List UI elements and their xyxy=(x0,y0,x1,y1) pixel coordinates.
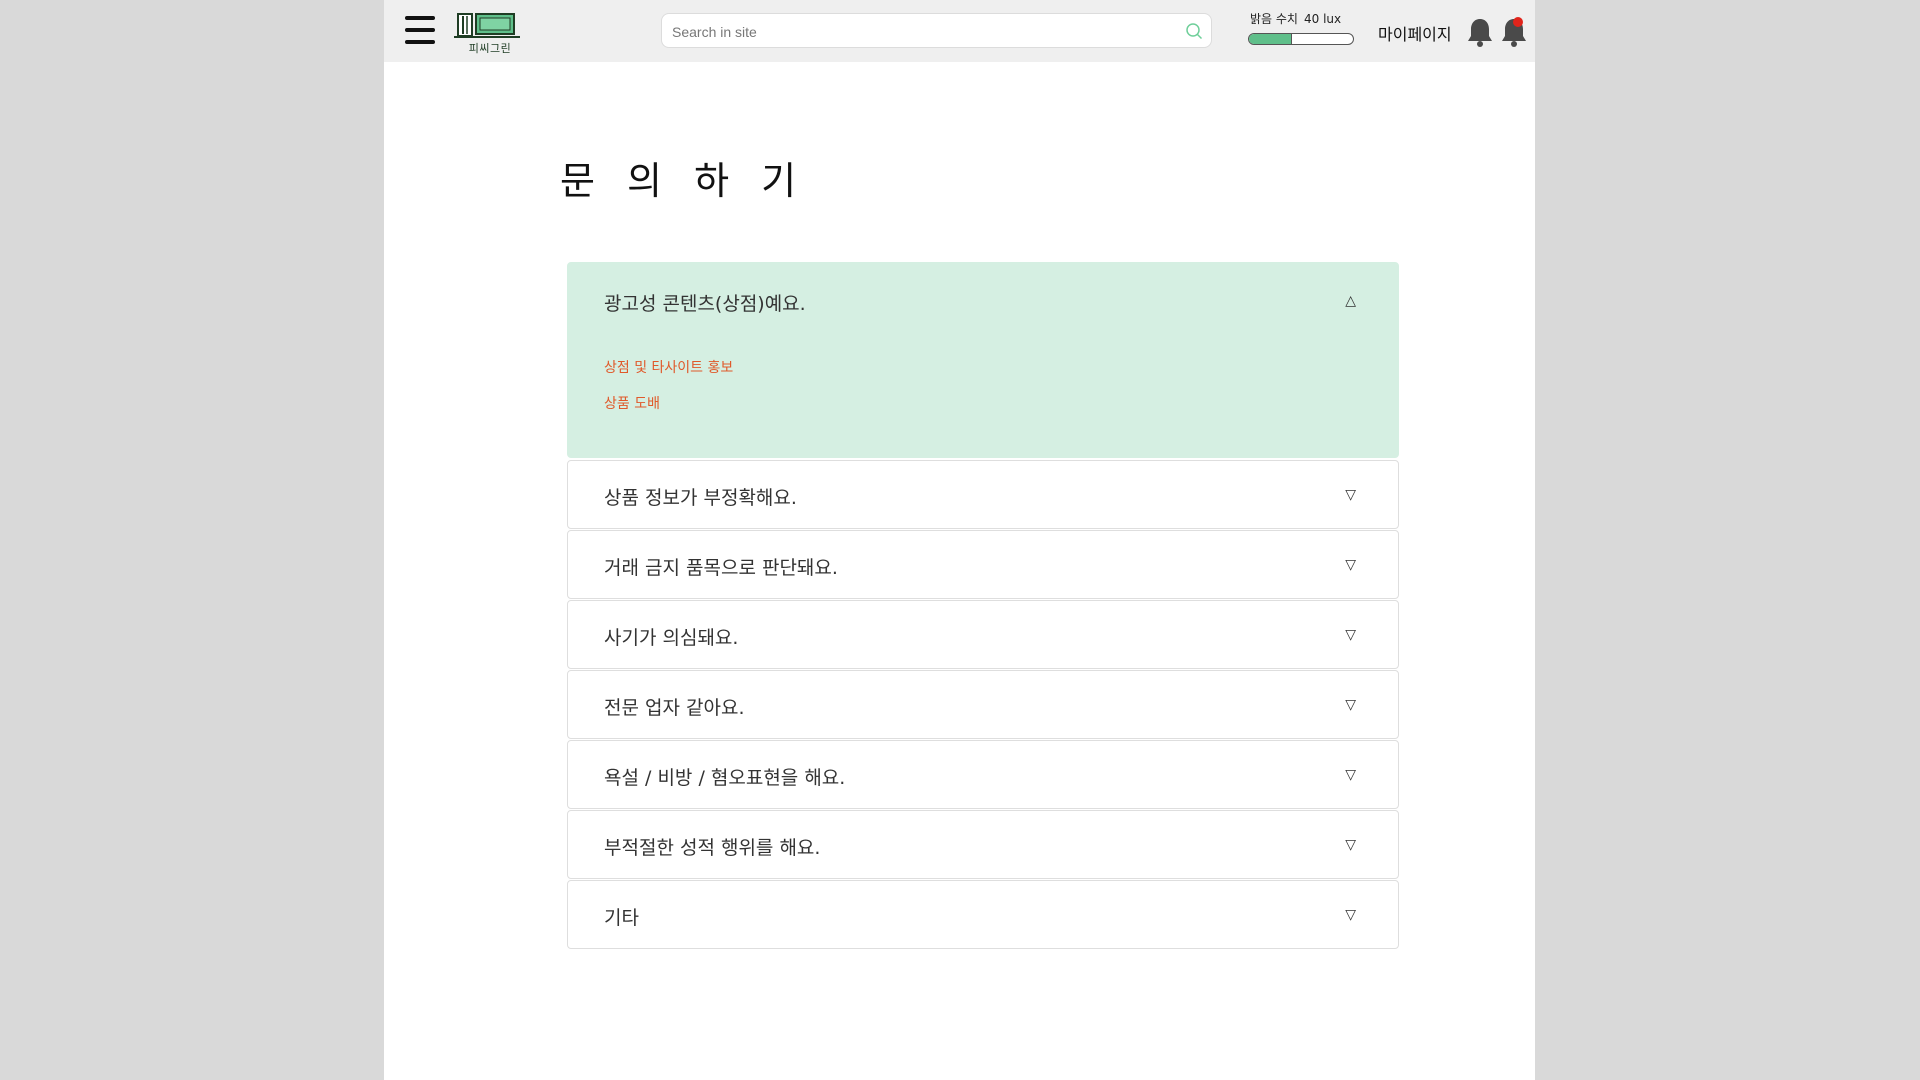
brightness-value: 40 lux xyxy=(1303,12,1342,26)
bell-alert-icon[interactable] xyxy=(1499,16,1529,48)
brightness-bar-fill xyxy=(1249,34,1292,44)
site-logo[interactable]: 피씨그린 xyxy=(454,10,524,56)
logo-text: 피씨그린 xyxy=(468,42,512,55)
faq-answer-option[interactable]: 상품 도배 xyxy=(604,393,733,413)
page-container: 피씨그린 밝음 수치 40 lux 마이페이지 문 의 하 기 xyxy=(384,0,1535,1080)
faq-question: 전문 업자 같아요. xyxy=(604,697,745,719)
faq-question: 사기가 의심돼요. xyxy=(604,627,739,649)
faq-question: 거래 금지 품목으로 판단돼요. xyxy=(604,557,838,579)
mypage-link[interactable]: 마이페이지 xyxy=(1378,21,1452,45)
faq-answer-list: 상점 및 타사이트 홍보 상품 도배 xyxy=(604,357,733,429)
search-box xyxy=(661,13,1212,49)
search-input[interactable] xyxy=(670,14,1174,49)
faq-question: 욕설 / 비방 / 혐오표현을 해요. xyxy=(604,767,846,789)
alert-dot xyxy=(1513,17,1523,27)
chevron-down-icon: ▽ xyxy=(1345,907,1356,923)
faq-answer-option[interactable]: 상점 및 타사이트 홍보 xyxy=(604,357,733,377)
chevron-down-icon: ▽ xyxy=(1345,487,1356,503)
faq-item[interactable]: 전문 업자 같아요. ▽ xyxy=(567,670,1399,739)
chevron-down-icon: ▽ xyxy=(1345,627,1356,643)
chevron-down-icon: ▽ xyxy=(1345,557,1356,573)
bell-icon[interactable] xyxy=(1465,16,1495,48)
faq-item-open[interactable]: 광고성 콘텐츠(상점)예요. △ 상점 및 타사이트 홍보 상품 도배 xyxy=(567,262,1399,458)
chevron-down-icon: ▽ xyxy=(1345,697,1356,713)
page-title: 문 의 하 기 xyxy=(560,159,807,203)
faq-question: 기타 xyxy=(604,907,639,929)
faq-question: 상품 정보가 부정확해요. xyxy=(604,487,797,509)
faq-accordion: 광고성 콘텐츠(상점)예요. △ 상점 및 타사이트 홍보 상품 도배 상품 정… xyxy=(567,262,1399,950)
faq-item[interactable]: 부적절한 성적 행위를 해요. ▽ xyxy=(567,810,1399,879)
logo-icon xyxy=(454,13,520,38)
faq-item[interactable]: 사기가 의심돼요. ▽ xyxy=(567,600,1399,669)
chevron-up-icon: △ xyxy=(1345,293,1356,309)
chevron-down-icon: ▽ xyxy=(1345,767,1356,783)
menu-icon[interactable] xyxy=(405,16,435,44)
top-header: 피씨그린 밝음 수치 40 lux 마이페이지 xyxy=(384,0,1535,62)
brightness-bar xyxy=(1248,33,1354,45)
faq-question: 부적절한 성적 행위를 해요. xyxy=(604,837,821,859)
chevron-down-icon: ▽ xyxy=(1345,837,1356,853)
search-icon[interactable] xyxy=(1185,22,1203,40)
faq-item[interactable]: 거래 금지 품목으로 판단돼요. ▽ xyxy=(567,530,1399,599)
faq-question: 광고성 콘텐츠(상점)예요. xyxy=(604,293,806,315)
brightness-title: 밝음 수치 xyxy=(1250,12,1298,26)
brightness-label: 밝음 수치 40 lux xyxy=(1250,10,1341,27)
faq-item[interactable]: 상품 정보가 부정확해요. ▽ xyxy=(567,460,1399,529)
faq-item[interactable]: 욕설 / 비방 / 혐오표현을 해요. ▽ xyxy=(567,740,1399,809)
faq-item[interactable]: 기타 ▽ xyxy=(567,880,1399,949)
